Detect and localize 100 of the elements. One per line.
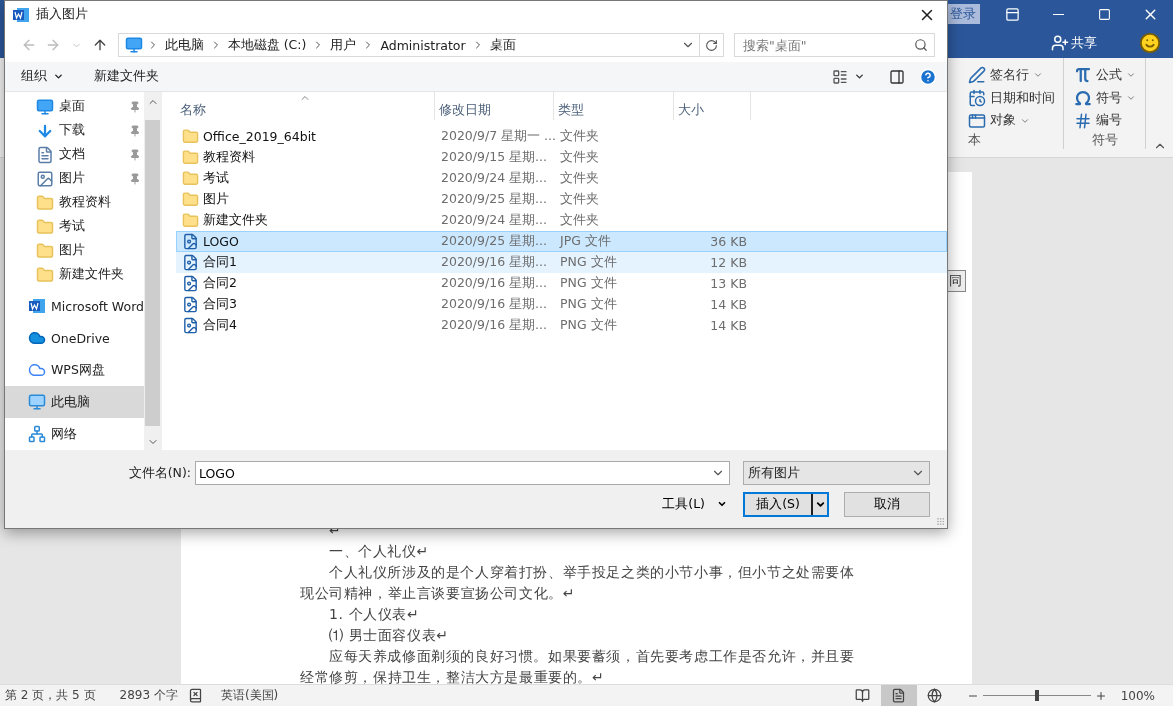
- calendar-clock-icon: [968, 89, 986, 107]
- sidebar-item[interactable]: 教程资料: [5, 190, 145, 215]
- zoom-level[interactable]: 100%: [1120, 688, 1155, 703]
- file-row[interactable]: Office_2019_64bit 2020/9/7 星期一 ... 文件夹: [176, 126, 947, 147]
- sidebar-item[interactable]: 桌面: [5, 95, 145, 119]
- caret-icon: [1126, 93, 1136, 103]
- proofing-icon[interactable]: [187, 688, 203, 703]
- word-count: 2893 个字: [119, 687, 178, 704]
- file-row[interactable]: 考试 2020/9/24 星期... 文件夹: [176, 168, 947, 189]
- organize-button[interactable]: 组织: [21, 68, 64, 85]
- folder-icon: [182, 149, 199, 166]
- folder-icon: [36, 217, 54, 236]
- ribbon-button[interactable]: 公式: [1074, 64, 1145, 87]
- paragraph: 应每天养成修面剃须的良好习惯。如果要蓄须，首先要考虑工作是否允许，并且要经常修剪，保持卫生，整洁大方是最重要的。↵: [300, 647, 856, 684]
- paragraph: 一、个人礼仪↵: [328, 542, 430, 561]
- sidebar-item[interactable]: 考试: [5, 214, 145, 239]
- file-row[interactable]: 图片 2020/9/25 星期... 文件夹: [176, 189, 947, 210]
- paragraph: 个人礼仪所涉及的是个人穿着打扮、举手投足之类的小节小事，但小节之处需要体现公司精神，举止言谈要宣扬公司文化。↵: [300, 563, 856, 603]
- file-row[interactable]: 合同3 2020/9/16 星期... PNG 文件 14 KB: [176, 294, 947, 315]
- monitor-icon: [28, 393, 46, 412]
- filename-label: 文件名(N):: [128, 464, 191, 482]
- sidebar-item[interactable]: 文档: [5, 142, 145, 167]
- folder-icon: [36, 193, 54, 212]
- language-label[interactable]: 英语(美国): [220, 687, 279, 704]
- file-row[interactable]: 新建文件夹 2020/9/24 星期... 文件夹: [176, 210, 947, 231]
- panel-icon: [1004, 6, 1020, 22]
- search-icon[interactable]: [914, 38, 928, 52]
- sidebar-item[interactable]: 图片: [5, 166, 145, 191]
- sidebar-item[interactable]: 新建文件夹: [5, 262, 145, 287]
- ribbon-button[interactable]: 符号: [1074, 86, 1145, 110]
- ribbon-button[interactable]: 对象: [968, 109, 1063, 132]
- breadcrumb[interactable]: 此电脑: [162, 36, 206, 54]
- column-header[interactable]: 大小: [674, 92, 751, 120]
- pin-icon: [129, 148, 142, 161]
- breadcrumb[interactable]: Administrator: [378, 37, 468, 53]
- address-bar[interactable]: 此电脑 本地磁盘 (C:) 用户 Administrator 桌面: [117, 33, 724, 57]
- help-icon[interactable]: [919, 67, 937, 86]
- pi-icon: [1074, 66, 1092, 85]
- image-file-icon: [182, 254, 199, 271]
- paragraph: 1. 个人仪表↵: [328, 605, 421, 624]
- file-row[interactable]: 合同2 2020/9/16 星期... PNG 文件 13 KB: [176, 273, 947, 294]
- file-type-dropdown[interactable]: 所有图片: [743, 461, 930, 485]
- ribbon-button[interactable]: 编号: [1074, 109, 1145, 132]
- sidebar-item[interactable]: OneDrive: [5, 322, 145, 355]
- ribbon-button[interactable]: 日期和时间: [968, 86, 1063, 110]
- view-options-icon[interactable]: [832, 68, 848, 85]
- caret-icon[interactable]: [854, 71, 865, 82]
- person-plus-icon: [1051, 34, 1069, 52]
- login-button[interactable]: 登录: [946, 4, 980, 24]
- breadcrumb[interactable]: 用户: [328, 36, 359, 54]
- folder-icon: [182, 170, 199, 187]
- column-header[interactable]: 修改日期: [435, 92, 554, 120]
- globe-icon: [927, 688, 943, 703]
- document-icon: [36, 145, 54, 164]
- filename-field[interactable]: LOGO: [195, 461, 730, 485]
- slider-thumb[interactable]: [1034, 690, 1039, 701]
- page-count: 第 2 页，共 5 页: [5, 687, 96, 704]
- refresh-icon: [705, 38, 718, 52]
- column-header[interactable]: 名称: [176, 92, 435, 120]
- new-folder-button[interactable]: 新建文件夹: [94, 68, 159, 85]
- sidebar-item[interactable]: 此电脑: [5, 386, 145, 419]
- breadcrumb[interactable]: 本地磁盘 (C:): [225, 36, 309, 54]
- folder-icon: [182, 191, 199, 208]
- file-row[interactable]: 合同1 2020/9/16 星期... PNG 文件 12 KB: [176, 252, 947, 273]
- page-icon: [891, 688, 907, 703]
- image-file-icon: [182, 317, 199, 334]
- caret-icon: [717, 499, 727, 509]
- pin-icon: [129, 124, 142, 137]
- file-row[interactable]: 合同4 2020/9/16 星期... PNG 文件 14 KB: [176, 315, 947, 336]
- resize-grip-icon[interactable]: [936, 517, 945, 526]
- sidebar-item[interactable]: 图片: [5, 238, 145, 263]
- pen-icon: [968, 66, 986, 85]
- network-icon: [28, 425, 46, 444]
- omega-icon: [1074, 89, 1092, 107]
- column-header[interactable]: 类型: [554, 92, 674, 120]
- zoom-in-icon[interactable]: [1094, 689, 1107, 702]
- book-icon: [855, 688, 871, 703]
- folder-icon: [182, 212, 199, 229]
- sidebar-item[interactable]: 下载: [5, 118, 145, 143]
- image-file-icon: [182, 233, 199, 250]
- sidebar-item[interactable]: 网络: [5, 418, 145, 450]
- share-button[interactable]: 共享: [1051, 34, 1097, 52]
- smiley-icon[interactable]: [1139, 32, 1161, 54]
- sidebar-item[interactable]: Microsoft Word: [5, 290, 145, 323]
- word-app-icon: [12, 5, 30, 24]
- sidebar-item[interactable]: WPS网盘: [5, 354, 145, 387]
- preview-pane-icon[interactable]: [889, 68, 905, 85]
- tools-button[interactable]: 工具(L): [662, 495, 727, 513]
- view-button[interactable]: [880, 685, 917, 706]
- ribbon-button[interactable]: 签名行: [968, 64, 1063, 87]
- insert-button[interactable]: 插入(S): [743, 491, 829, 517]
- breadcrumb[interactable]: 桌面: [487, 36, 518, 54]
- search-field[interactable]: 搜索"桌面": [734, 33, 935, 57]
- file-row[interactable]: LOGO 2020/9/25 星期... JPG 文件 36 KB: [176, 231, 947, 252]
- pin-icon: [129, 172, 142, 185]
- cancel-button[interactable]: 取消: [844, 491, 930, 517]
- dialog-title: 插入图片: [36, 6, 88, 23]
- paragraph: ⑴ 男士面容仪表↵: [328, 626, 450, 645]
- file-row[interactable]: 教程资料 2020/9/15 星期... 文件夹: [176, 147, 947, 168]
- word-app-icon: [28, 297, 46, 316]
